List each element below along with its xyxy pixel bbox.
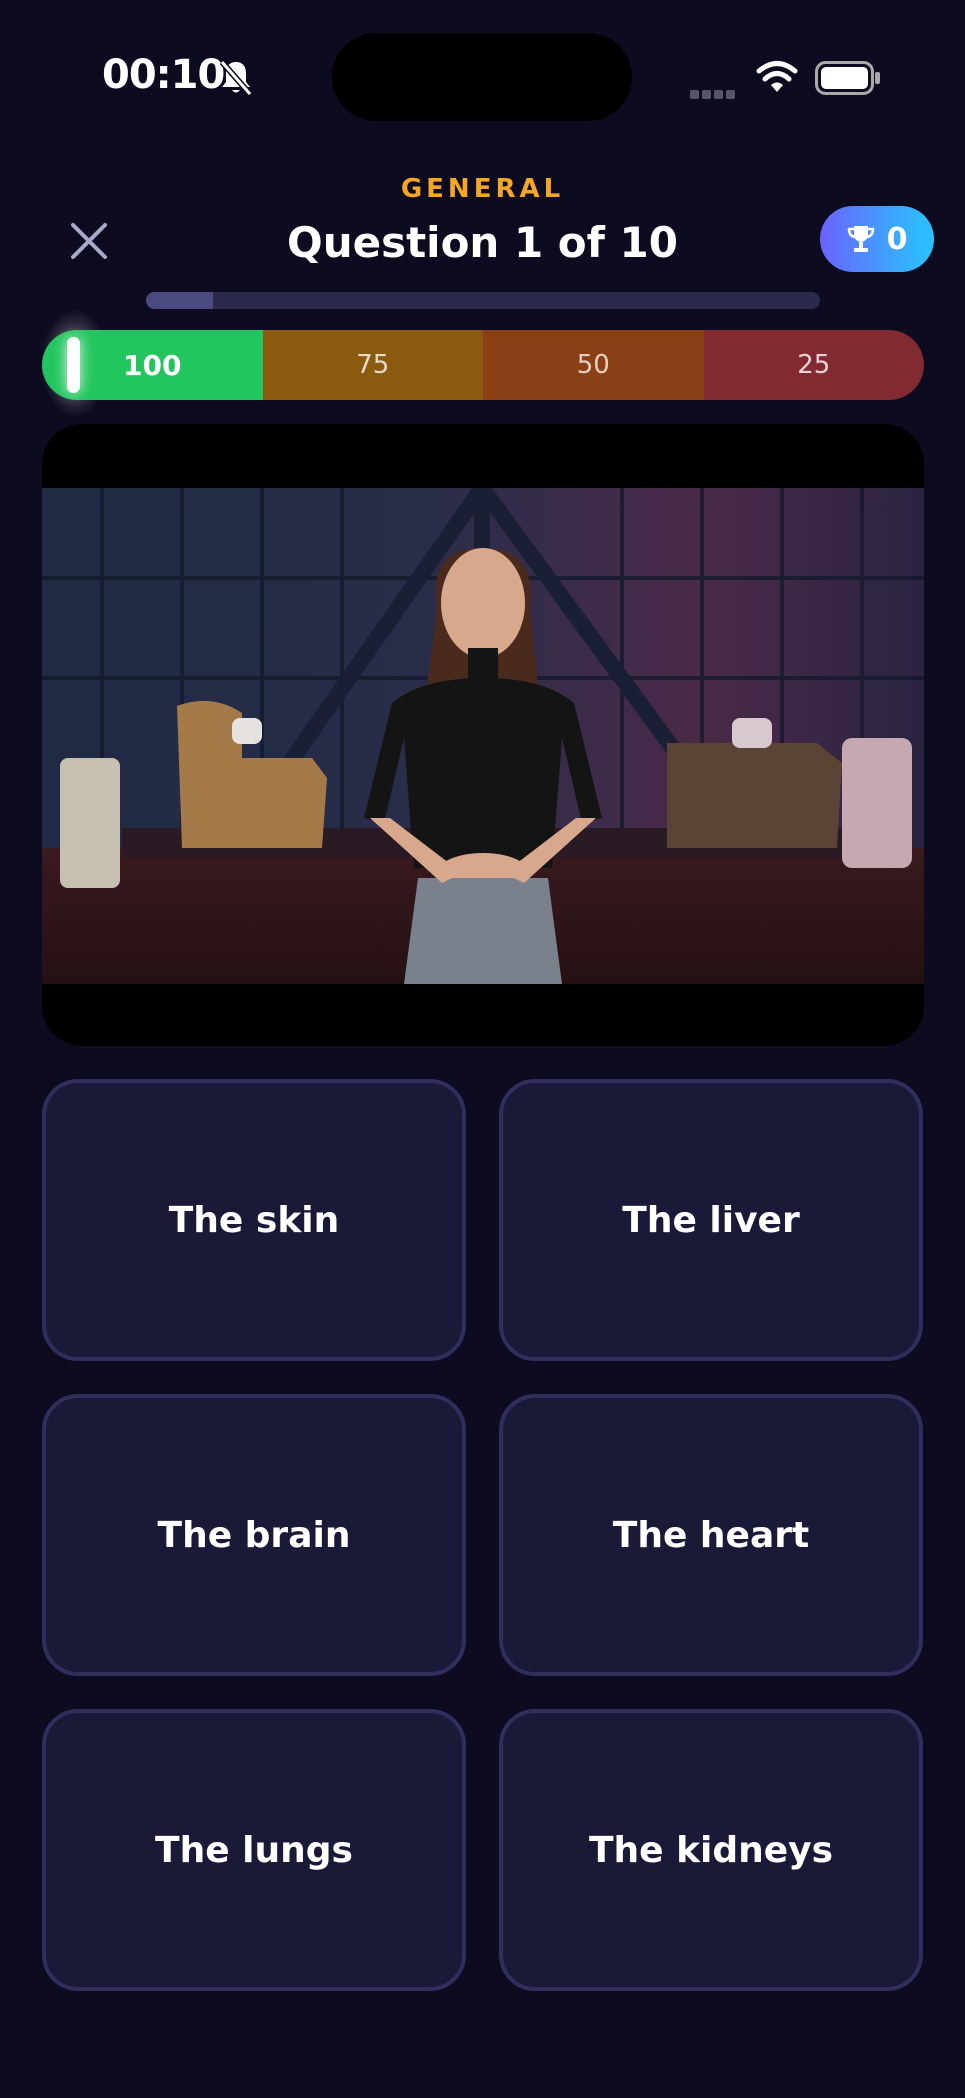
score-segment-25: 25 <box>703 330 924 400</box>
trophy-count: 0 <box>886 221 908 257</box>
cellular-signal-icon <box>690 84 740 99</box>
answer-option-5[interactable]: The lungs <box>42 1709 466 1991</box>
score-bar: 100 75 50 25 <box>42 330 924 400</box>
battery-icon <box>815 61 880 95</box>
score-timer-handle <box>67 337 80 393</box>
trophy-icon <box>847 226 874 252</box>
score-segment-75: 75 <box>262 330 483 400</box>
answer-option-1[interactable]: The skin <box>42 1079 466 1361</box>
score-segment-50: 50 <box>483 330 704 400</box>
answer-option-3[interactable]: The brain <box>42 1394 466 1676</box>
answer-option-6[interactable]: The kidneys <box>499 1709 923 1991</box>
question-progress-fill <box>146 292 214 309</box>
presenter-video-frame <box>42 488 924 984</box>
trophy-badge[interactable]: 0 <box>820 206 934 272</box>
dynamic-island <box>332 33 632 121</box>
bell-slash-icon <box>219 60 253 96</box>
wifi-icon <box>756 61 798 92</box>
question-progress-bar <box>146 292 820 309</box>
status-time: 00:10 <box>102 52 225 98</box>
video-player[interactable] <box>42 424 924 1046</box>
category-label: GENERAL <box>400 174 565 204</box>
quiz-screen: 00:10 GENERAL Question 1 of 10 0 100 75 … <box>0 0 965 2098</box>
answer-option-4[interactable]: The heart <box>499 1394 923 1676</box>
answer-option-2[interactable]: The liver <box>499 1079 923 1361</box>
